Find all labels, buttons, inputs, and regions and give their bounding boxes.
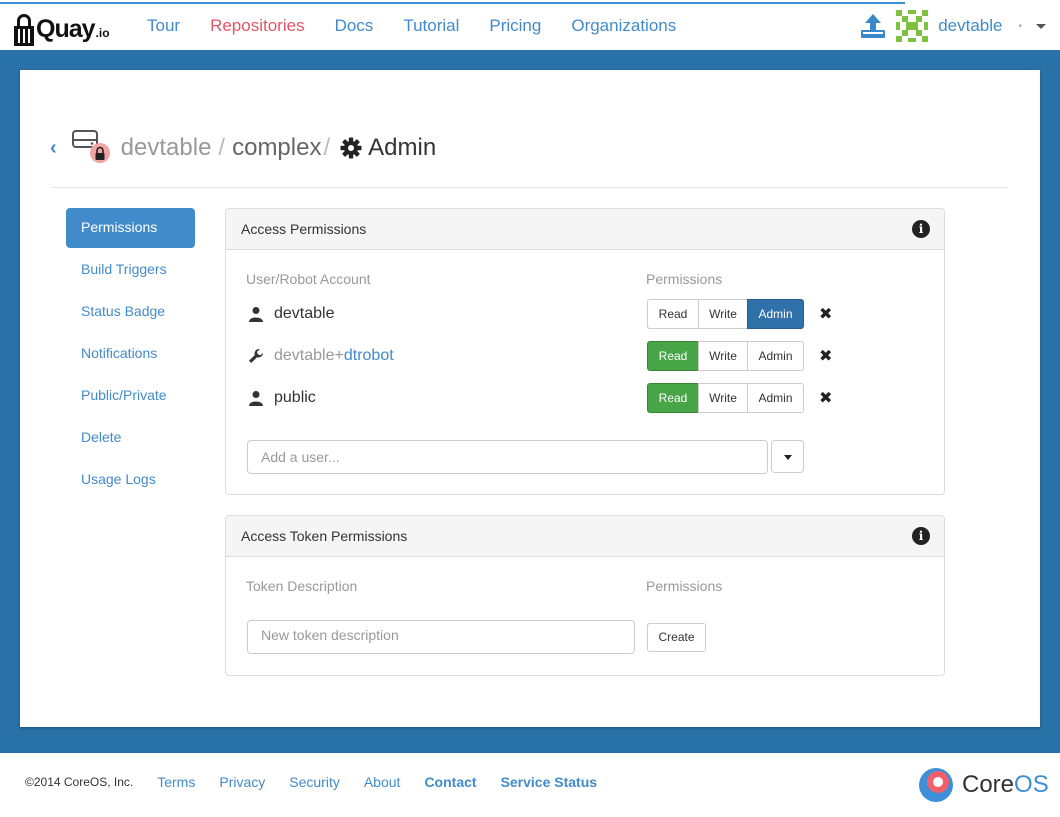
info-icon[interactable]: i <box>912 527 930 545</box>
coreos-os: OS <box>1014 771 1049 798</box>
role-read-button[interactable]: Read <box>647 299 699 329</box>
private-repo-icon <box>71 130 110 163</box>
entity-dropdown-button[interactable] <box>771 440 804 473</box>
footer-links: ©2014 CoreOS, Inc. Terms Privacy Securit… <box>25 774 621 790</box>
nav-username[interactable]: devtable <box>938 16 1002 36</box>
permission-row: public Read Write Admin ✖ <box>246 383 926 415</box>
access-permissions-panel: Access Permissions i User/Robot Account … <box>225 208 945 495</box>
user-icon <box>249 307 263 322</box>
logo-text: Quay <box>36 15 96 43</box>
robot-namespace: devtable+ <box>274 347 344 364</box>
breadcrumb: ‹ devtable / complex / Admin <box>50 128 436 168</box>
gear-icon <box>340 137 362 159</box>
page-footer: ©2014 CoreOS, Inc. Terms Privacy Securit… <box>0 753 1060 817</box>
column-header-permissions: Permissions <box>646 578 723 594</box>
account-name: devtable <box>274 305 335 322</box>
nav-link-tour[interactable]: Tour <box>132 16 195 36</box>
nav-link-docs[interactable]: Docs <box>320 16 389 36</box>
footer-link-terms[interactable]: Terms <box>157 774 195 790</box>
user-avatar[interactable] <box>896 10 929 42</box>
upload-icon[interactable] <box>860 13 886 39</box>
remove-permission-icon[interactable]: ✖ <box>819 304 832 324</box>
role-read-button[interactable]: Read <box>647 383 699 413</box>
admin-sidebar: Permissions Build Triggers Status Badge … <box>66 208 195 502</box>
footer-link-service-status[interactable]: Service Status <box>501 774 598 790</box>
panel-heading: Access Token Permissions i <box>226 516 944 557</box>
column-header-permissions: Permissions <box>646 271 723 287</box>
role-read-button[interactable]: Read <box>647 341 699 371</box>
user-menu-caret-icon[interactable] <box>1036 23 1046 29</box>
page-title: Admin <box>368 134 437 161</box>
user-icon <box>249 391 263 406</box>
column-header-token-description: Token Description <box>246 578 358 594</box>
copyright-text: ©2014 CoreOS, Inc. <box>25 775 134 789</box>
nav-link-tutorial[interactable]: Tutorial <box>388 16 474 36</box>
remove-permission-icon[interactable]: ✖ <box>819 346 832 366</box>
coreos-logo-icon <box>919 768 953 802</box>
sidebar-item-delete[interactable]: Delete <box>66 418 195 458</box>
coreos-core: Core <box>962 771 1015 798</box>
back-chevron-icon[interactable]: ‹ <box>50 137 57 160</box>
panel-title: Access Permissions <box>241 221 367 237</box>
role-button-group: Read Write Admin <box>647 299 804 329</box>
breadcrumb-separator: / <box>218 134 226 161</box>
content-card: ‹ devtable / complex / Admin Permissions… <box>20 70 1040 727</box>
role-write-button[interactable]: Write <box>698 299 748 329</box>
quay-logo[interactable]: Quay .io <box>14 8 110 46</box>
main-background: ‹ devtable / complex / Admin Permissions… <box>0 50 1060 753</box>
footer-link-security[interactable]: Security <box>289 774 340 790</box>
breadcrumb-namespace[interactable]: devtable <box>121 134 212 162</box>
create-token-button[interactable]: Create <box>647 623 706 652</box>
nav-link-repositories[interactable]: Repositories <box>195 16 320 36</box>
chevron-down-icon <box>784 455 792 460</box>
footer-link-contact[interactable]: Contact <box>424 774 476 790</box>
coreos-brand[interactable]: CoreOS <box>918 767 1049 803</box>
breadcrumb-separator: / <box>323 134 331 161</box>
sidebar-item-build-triggers[interactable]: Build Triggers <box>66 250 195 290</box>
nav-links: Tour Repositories Docs Tutorial Pricing … <box>132 2 691 50</box>
top-navbar: Quay .io Tour Repositories Docs Tutorial… <box>0 0 1060 50</box>
add-user-input[interactable]: Add a user... <box>247 440 768 474</box>
role-button-group: Read Write Admin <box>647 341 804 371</box>
footer-link-about[interactable]: About <box>364 774 401 790</box>
sidebar-item-permissions[interactable]: Permissions <box>66 208 195 248</box>
nav-link-organizations[interactable]: Organizations <box>556 16 691 36</box>
account-name: devtable+dtrobot <box>274 347 394 365</box>
role-admin-button[interactable]: Admin <box>747 341 804 371</box>
user-area: devtable • <box>860 2 1060 50</box>
padlock-icon <box>14 12 34 46</box>
sidebar-item-notifications[interactable]: Notifications <box>66 334 195 374</box>
breadcrumb-repository[interactable]: complex <box>232 134 321 162</box>
wrench-icon <box>249 349 263 363</box>
role-admin-button[interactable]: Admin <box>747 383 804 413</box>
column-header-account: User/Robot Account <box>246 271 371 287</box>
robot-shortname[interactable]: dtrobot <box>344 347 394 364</box>
role-button-group: Read Write Admin <box>647 383 804 413</box>
panel-title: Access Token Permissions <box>241 528 408 544</box>
role-admin-button[interactable]: Admin <box>747 299 804 329</box>
coreos-wordmark: CoreOS <box>962 771 1049 799</box>
notification-dot: • <box>1018 20 1022 32</box>
nav-link-pricing[interactable]: Pricing <box>474 16 556 36</box>
sidebar-item-public-private[interactable]: Public/Private <box>66 376 195 416</box>
sidebar-item-usage-logs[interactable]: Usage Logs <box>66 460 195 500</box>
logo-suffix: .io <box>95 26 110 40</box>
header-divider <box>52 187 1008 188</box>
token-description-input[interactable]: New token description <box>247 620 635 654</box>
panel-heading: Access Permissions i <box>226 209 944 250</box>
sidebar-item-status-badge[interactable]: Status Badge <box>66 292 195 332</box>
token-permissions-panel: Access Token Permissions i Token Descrip… <box>225 515 945 676</box>
permission-row: devtable Read Write Admin ✖ <box>246 299 926 331</box>
role-write-button[interactable]: Write <box>698 341 748 371</box>
account-name: public <box>274 389 316 406</box>
info-icon[interactable]: i <box>912 220 930 238</box>
remove-permission-icon[interactable]: ✖ <box>819 388 832 408</box>
footer-link-privacy[interactable]: Privacy <box>219 774 265 790</box>
permission-row: devtable+dtrobot Read Write Admin ✖ <box>246 341 926 373</box>
role-write-button[interactable]: Write <box>698 383 748 413</box>
